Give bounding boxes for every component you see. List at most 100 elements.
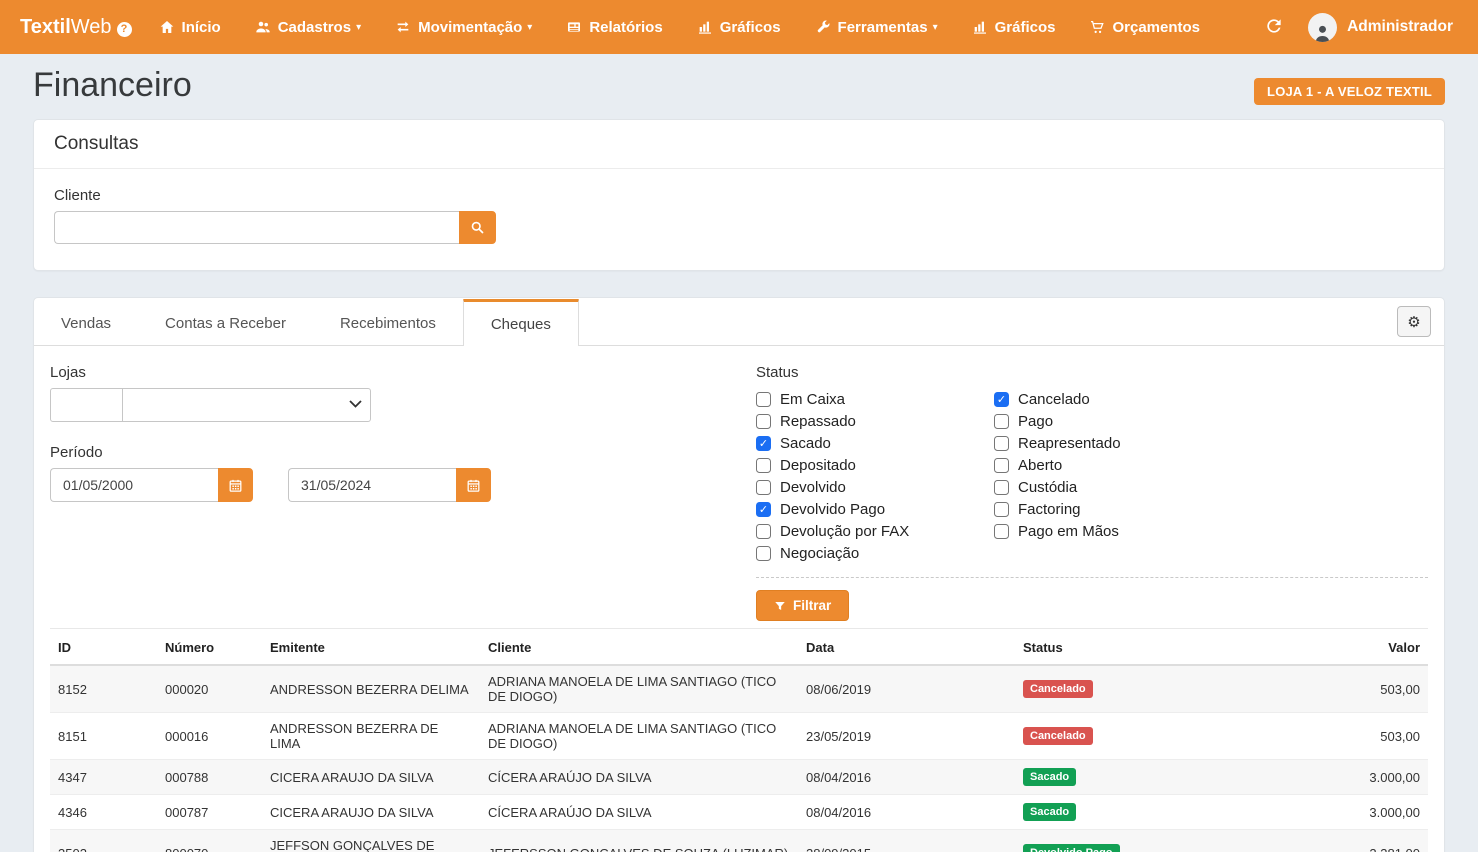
nav-item-ferramentas[interactable]: Ferramentas ▾ [798, 0, 955, 54]
checkbox-icon[interactable] [756, 524, 771, 539]
checkbox-icon[interactable] [756, 458, 771, 473]
cell-id: 4347 [50, 760, 157, 795]
refresh-icon [1264, 16, 1284, 36]
cell-valor: 503,00 [1216, 665, 1428, 713]
nav-item-inicio[interactable]: Início [142, 0, 238, 54]
status-checkbox-em-caixa[interactable]: Em Caixa [756, 388, 994, 410]
status-checkbox-custodia[interactable]: Custódia [994, 476, 1428, 498]
col-header-numero: Número [157, 629, 262, 665]
col-header-valor: Valor [1216, 629, 1428, 665]
cliente-search-group [54, 211, 496, 244]
date-to-calendar-button[interactable] [456, 468, 491, 502]
nav-item-movimentacao[interactable]: Movimentação ▾ [378, 0, 549, 54]
cliente-search-button[interactable] [459, 211, 496, 244]
cell-status: Cancelado [1015, 713, 1216, 760]
loja-select[interactable] [122, 388, 371, 422]
store-button[interactable]: LOJA 1 - A VELOZ TEXTIL [1254, 78, 1445, 105]
nav-item-orcamentos[interactable]: Orçamentos [1072, 0, 1217, 54]
settings-button[interactable]: ⚙ [1397, 306, 1431, 337]
checkbox-icon[interactable] [756, 546, 771, 561]
filters-left-column: Lojas Período [50, 364, 756, 621]
checkbox-icon[interactable] [994, 502, 1009, 517]
consultas-title: Consultas [34, 120, 1444, 169]
status-checkbox-factoring[interactable]: Factoring [994, 498, 1428, 520]
status-checkbox-aberto[interactable]: Aberto [994, 454, 1428, 476]
checkbox-icon[interactable] [756, 502, 771, 517]
checkbox-icon[interactable] [994, 414, 1009, 429]
checkbox-icon[interactable] [994, 524, 1009, 539]
cell-numero: 000020 [157, 665, 262, 713]
cell-emitente: CICERA ARAUJO DA SILVA [262, 760, 480, 795]
filter-button[interactable]: Filtrar [756, 590, 849, 621]
cell-numero: 000787 [157, 795, 262, 830]
help-icon[interactable]: ? [117, 22, 132, 37]
calendar-icon [228, 478, 243, 493]
status-checkbox-pago[interactable]: Pago [994, 410, 1428, 432]
tab-vendas[interactable]: Vendas [34, 298, 138, 345]
status-checkbox-grid: Em Caixa Repassado Sacado Depositado Dev… [756, 388, 1428, 564]
status-checkbox-pago-em-maos[interactable]: Pago em Mãos [994, 520, 1428, 542]
status-checkbox-repassado[interactable]: Repassado [756, 410, 994, 432]
nav-item-graficos-1[interactable]: Gráficos [680, 0, 798, 54]
refresh-button[interactable] [1264, 16, 1286, 38]
date-from-calendar-button[interactable] [218, 468, 253, 502]
users-icon [255, 19, 271, 35]
tab-contas-a-receber[interactable]: Contas a Receber [138, 298, 313, 345]
nav-item-relatorios[interactable]: Relatórios [549, 0, 679, 54]
status-checkbox-negociacao[interactable]: Negociação [756, 542, 994, 564]
tab-recebimentos[interactable]: Recebimentos [313, 298, 463, 345]
cell-status: Cancelado [1015, 665, 1216, 713]
gear-icon: ⚙ [1407, 313, 1420, 331]
status-badge: Devolvido Pago [1023, 844, 1120, 852]
date-from-input[interactable] [50, 468, 218, 502]
nav-label: Gráficos [720, 19, 781, 36]
cart-icon [1089, 19, 1105, 35]
brand-bold: Textil [20, 16, 71, 39]
date-to-group [288, 468, 491, 502]
status-checkbox-devolucao-por-fax[interactable]: Devolução por FAX [756, 520, 994, 542]
brand-logo[interactable]: TextilWeb ? [20, 16, 132, 39]
status-checkbox-devolvido-pago[interactable]: Devolvido Pago [756, 498, 994, 520]
cell-emitente: JEFFSON GONÇALVES DE SOUZA [262, 830, 480, 852]
table-row: 8151 000016 ANDRESSON BEZERRA DE LIMA AD… [50, 713, 1428, 760]
table-row: 4346 000787 CICERA ARAUJO DA SILVA CÍCER… [50, 795, 1428, 830]
status-checkbox-sacado[interactable]: Sacado [756, 432, 994, 454]
cliente-input[interactable] [54, 211, 459, 244]
checkbox-icon[interactable] [756, 480, 771, 495]
bar-chart-icon [972, 19, 988, 35]
checkbox-icon[interactable] [994, 458, 1009, 473]
consultas-panel: Consultas Cliente [33, 119, 1445, 271]
nav-label: Gráficos [995, 19, 1056, 36]
checkbox-icon[interactable] [756, 392, 771, 407]
status-badge: Sacado [1023, 803, 1076, 821]
nav-label: Início [182, 19, 221, 36]
loja-code-input[interactable] [50, 388, 123, 422]
cell-data: 08/06/2019 [798, 665, 1015, 713]
checkbox-icon[interactable] [756, 414, 771, 429]
cell-id: 8152 [50, 665, 157, 713]
date-to-input[interactable] [288, 468, 456, 502]
cell-emitente: ANDRESSON BEZERRA DELIMA [262, 665, 480, 713]
user-icon [1313, 23, 1332, 42]
status-checkbox-reapresentado[interactable]: Reapresentado [994, 432, 1428, 454]
col-header-id: ID [50, 629, 157, 665]
table-row: 3502 800070 JEFFSON GONÇALVES DE SOUZA J… [50, 830, 1428, 852]
brand-light: Web [71, 16, 112, 39]
checkbox-icon[interactable] [994, 392, 1009, 407]
table-row: 8152 000020 ANDRESSON BEZERRA DELIMA ADR… [50, 665, 1428, 713]
user-menu[interactable]: Administrador [1308, 13, 1453, 42]
cell-cliente: CÍCERA ARAÚJO DA SILVA [480, 795, 798, 830]
nav-item-graficos-2[interactable]: Gráficos [955, 0, 1073, 54]
status-checkbox-devolvido[interactable]: Devolvido [756, 476, 994, 498]
status-checkbox-cancelado[interactable]: Cancelado [994, 388, 1428, 410]
loja-select-wrap [122, 388, 371, 422]
checkbox-icon[interactable] [994, 480, 1009, 495]
search-icon [470, 220, 485, 235]
cell-data: 08/04/2016 [798, 795, 1015, 830]
checkbox-icon[interactable] [994, 436, 1009, 451]
status-checkbox-depositado[interactable]: Depositado [756, 454, 994, 476]
nav-item-cadastros[interactable]: Cadastros ▾ [238, 0, 378, 54]
cell-valor: 3.000,00 [1216, 795, 1428, 830]
tab-cheques[interactable]: Cheques [463, 299, 579, 346]
checkbox-icon[interactable] [756, 436, 771, 451]
